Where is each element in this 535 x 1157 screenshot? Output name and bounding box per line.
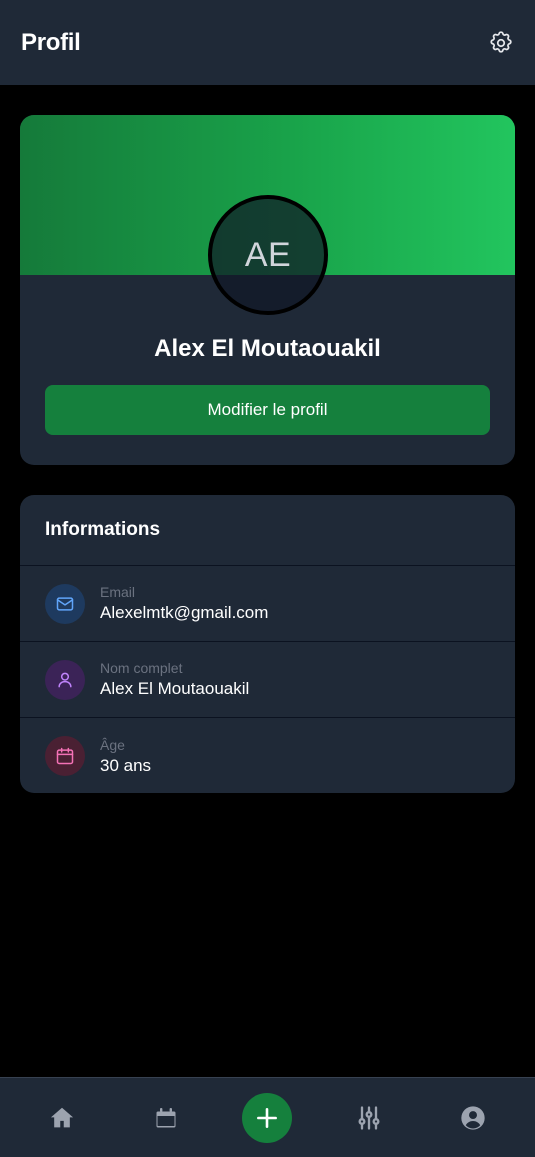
age-label: Âge [100,736,125,753]
info-section-title: Informations [20,495,515,566]
fullname-value: Alex El Moutaouakil [100,679,250,698]
profile-card: AE Alex El Moutaouakil Modifier le profi… [20,115,515,465]
settings-button[interactable] [487,29,515,57]
edit-profile-button[interactable]: Modifier le profil [45,385,490,435]
home-icon [50,1107,73,1127]
age-value: 30 ans [100,755,152,775]
info-row-age: Âge 30 ans [20,718,515,793]
avatar[interactable]: AE [208,195,328,315]
account-icon [461,1105,485,1130]
sliders-icon [358,1105,380,1130]
user-icon [45,659,85,700]
email-value: Alexelmtk@gmail.com [100,603,269,622]
fullname-label: Nom complet [100,660,183,676]
profile-name: Alex El Moutaouakil [154,335,381,362]
bottom-nav [0,1077,535,1157]
nav-calendar[interactable] [139,1091,193,1145]
info-row-email: Email Alexelmtk@gmail.com [20,566,515,642]
add-icon [257,1107,278,1128]
nav-home[interactable] [35,1091,89,1145]
mail-icon [45,583,85,624]
info-row-fullname: Nom complet Alex El Moutaouakil [20,642,515,718]
calendar-icon [45,736,85,776]
email-label: Email [100,584,136,600]
nav-profile[interactable] [446,1091,500,1145]
calendar-icon [156,1107,176,1127]
nav-add-button[interactable] [242,1092,293,1143]
page-title: Profil [21,28,81,56]
nav-filters[interactable] [342,1091,396,1145]
gear-icon [490,30,512,53]
avatar-initials: AE [244,235,292,274]
app-header: Profil [0,0,535,85]
info-card: Informations Email Alexelmtk@gmail.com N… [20,495,515,793]
